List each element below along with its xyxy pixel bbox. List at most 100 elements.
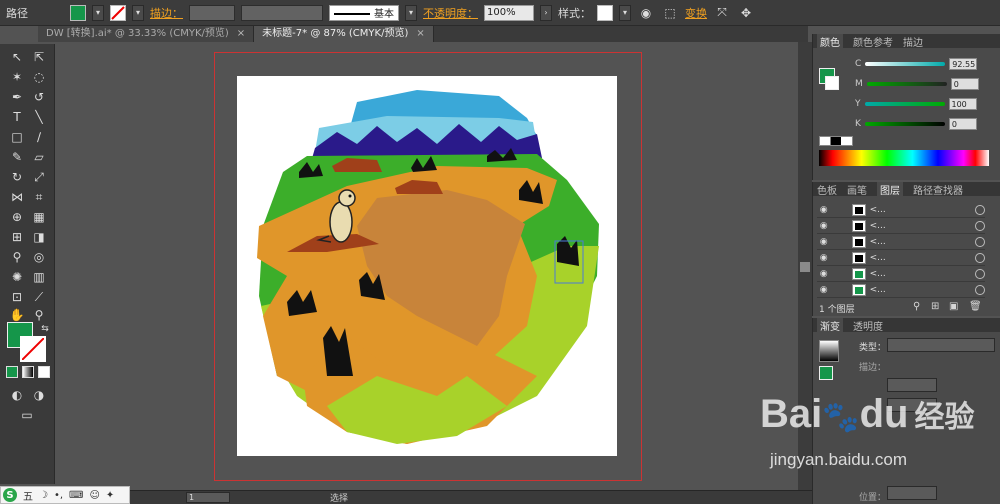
zoom-field[interactable]: 1 [186, 492, 230, 503]
style-dropdown[interactable]: ▾ [619, 4, 631, 21]
gradient-fill-box[interactable] [819, 366, 833, 380]
punct-icon[interactable]: •, [54, 490, 63, 501]
mesh-tool-icon[interactable]: ⊞ [8, 228, 26, 246]
draw-inside-icon[interactable]: ◑ [30, 386, 48, 404]
slice-tool-icon[interactable]: ⟋ [30, 288, 48, 306]
panel-stroke-box[interactable] [825, 76, 839, 90]
keyboard-icon[interactable]: ⌨ [69, 490, 83, 501]
artboard[interactable] [237, 76, 617, 456]
slider-y[interactable]: Y 100 [855, 96, 977, 112]
user-icon[interactable]: ☺ [89, 490, 99, 501]
opacity-label[interactable]: 不透明度： [423, 5, 478, 21]
eyedropper-icon[interactable]: ⚲ [8, 248, 26, 266]
opacity-dropdown[interactable]: › [540, 4, 552, 21]
tab-pathfinder[interactable]: 路径查找器 [913, 182, 963, 197]
target-icon[interactable] [975, 204, 986, 215]
eraser-icon[interactable]: ▱ [30, 148, 48, 166]
style-swatch[interactable] [597, 4, 613, 21]
tab-stroke[interactable]: 描边 [903, 34, 923, 49]
line-tool-icon[interactable]: ╲ [30, 108, 48, 126]
close-icon[interactable]: × [416, 26, 424, 42]
target-icon[interactable] [975, 220, 986, 231]
value-m[interactable]: 0 [950, 78, 979, 90]
screen-mode-icon[interactable]: ▭ [18, 406, 36, 424]
direct-selection-tool-icon[interactable]: ⇱ [30, 48, 48, 66]
lasso-icon[interactable]: ◌ [30, 68, 48, 86]
tab-untitled[interactable]: 未标题-7* @ 87% (CMYK/预览) × [254, 26, 434, 42]
layer-row[interactable]: ◉ <... [817, 282, 986, 298]
gradient-preview[interactable] [819, 340, 839, 362]
slider-k[interactable]: K 0 [855, 116, 977, 132]
tab-brushes[interactable]: 画笔 [847, 182, 867, 197]
layer-row[interactable]: ◉ <... [817, 266, 986, 282]
artboard-tool-icon[interactable]: ⊡ [8, 288, 26, 306]
magic-wand-icon[interactable]: ✶ [8, 68, 26, 86]
symbol-sprayer-icon[interactable]: ✺ [8, 268, 26, 286]
tab-transparency[interactable]: 透明度 [853, 318, 883, 333]
type-tool-icon[interactable]: T [8, 108, 26, 126]
eye-icon[interactable]: ◉ [817, 285, 830, 295]
none-mode-icon[interactable] [38, 366, 50, 378]
shape-builder-icon[interactable]: ⊕ [8, 208, 26, 226]
gradient-tool-icon[interactable]: ◨ [30, 228, 48, 246]
trash-icon[interactable]: 🗑 [969, 301, 982, 312]
eye-icon[interactable]: ◉ [817, 253, 830, 263]
angle-select[interactable] [887, 378, 937, 392]
stroke-color-box[interactable] [20, 336, 46, 362]
ime-text[interactable]: 五 [23, 488, 33, 503]
stroke-label[interactable]: 描边： [150, 5, 183, 21]
graph-tool-icon[interactable]: ▥ [30, 268, 48, 286]
curvature-tool-icon[interactable]: ↺ [30, 88, 48, 106]
illustration[interactable] [237, 76, 617, 456]
layer-row[interactable]: ◉ <... [817, 202, 986, 218]
blend-tool-icon[interactable]: ◎ [30, 248, 48, 266]
transform-label[interactable]: 变换 [685, 5, 707, 21]
draw-normal-icon[interactable]: ◐ [8, 386, 26, 404]
new-layer-icon[interactable]: ▣ [949, 301, 958, 312]
value-y[interactable]: 100 [948, 98, 977, 110]
perspective-grid-icon[interactable]: ▦ [30, 208, 48, 226]
wrench-icon[interactable]: ✦ [106, 490, 114, 501]
selection-tool-icon[interactable]: ↖ [8, 48, 26, 66]
vertical-scrollbar[interactable] [798, 42, 812, 490]
scroll-thumb[interactable] [800, 262, 810, 272]
target-icon[interactable] [975, 252, 986, 263]
sublayer-icon[interactable]: ⊞ [931, 301, 939, 312]
tab-swatches[interactable]: 色板 [817, 182, 837, 197]
pen-tool-icon[interactable]: ✒ [8, 88, 26, 106]
align-icon[interactable]: ⬚ [661, 4, 679, 22]
pencil-icon[interactable]: ✎ [8, 148, 26, 166]
menu-icon[interactable]: ✥ [737, 4, 755, 22]
stroke-style-dropdown[interactable]: ▾ [405, 4, 417, 21]
tab-layers[interactable]: 图层 [877, 181, 903, 197]
stroke-swatch[interactable] [110, 4, 126, 21]
opacity-field[interactable]: 100% [484, 4, 534, 21]
layer-row[interactable]: ◉ <... [817, 218, 986, 234]
tab-gradient[interactable]: 渐变 [817, 317, 843, 333]
stroke-weight-field[interactable] [189, 4, 235, 21]
scale-tool-icon[interactable]: ⤢ [30, 168, 48, 186]
tab-color-guide[interactable]: 颜色参考 [853, 34, 893, 49]
stroke-style-field[interactable]: 基本 [329, 4, 399, 21]
layer-row[interactable]: ◉ <... [817, 234, 986, 250]
locate-icon[interactable]: ⚲ [913, 301, 920, 312]
value-c[interactable]: 92.55 [949, 58, 978, 70]
color-mode-icon[interactable] [6, 366, 18, 378]
position-field[interactable] [887, 486, 937, 500]
eye-icon[interactable]: ◉ [817, 205, 830, 215]
rotate-tool-icon[interactable]: ↻ [8, 168, 26, 186]
target-icon[interactable] [975, 268, 986, 279]
rectangle-tool-icon[interactable]: □ [8, 128, 26, 146]
tab-color[interactable]: 颜色 [817, 33, 843, 49]
target-icon[interactable] [975, 284, 986, 295]
target-icon[interactable] [975, 236, 986, 247]
eye-icon[interactable]: ◉ [817, 221, 830, 231]
aspect-select[interactable] [887, 398, 937, 412]
gradient-mode-icon[interactable] [22, 366, 34, 378]
variable-width-field[interactable] [241, 4, 323, 21]
color-spectrum[interactable] [819, 150, 989, 166]
paintbrush-icon[interactable]: ∕ [30, 128, 48, 146]
free-transform-icon[interactable]: ⌗ [30, 188, 48, 206]
tab-dw[interactable]: DW [转换].ai* @ 33.33% (CMYK/预览) × [38, 26, 255, 42]
width-tool-icon[interactable]: ⋈ [8, 188, 26, 206]
